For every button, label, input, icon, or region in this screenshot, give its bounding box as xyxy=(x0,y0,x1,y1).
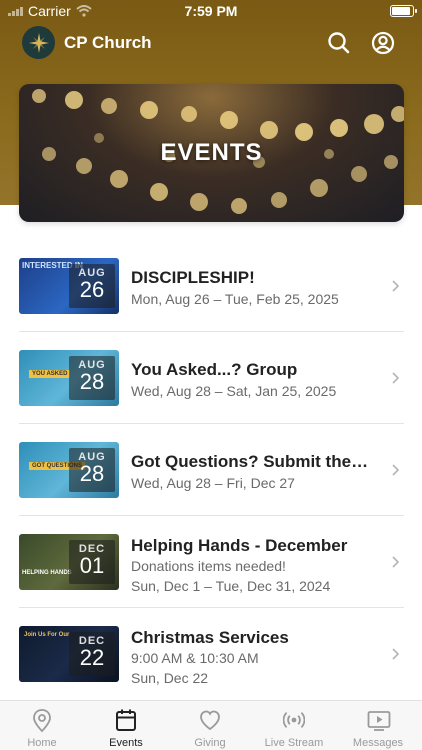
event-dates: Wed, Aug 28 – Sat, Jan 25, 2025 xyxy=(131,383,337,399)
app-title: CP Church xyxy=(64,33,152,52)
battery-icon xyxy=(390,5,417,17)
event-dates: Sun, Dec 1 – Tue, Dec 31, 2024 xyxy=(131,578,331,594)
app-bar: CP Church xyxy=(0,26,422,62)
event-thumbnail: HELPING HANDS DEC 01 xyxy=(19,534,119,590)
date-badge-month: AUG xyxy=(78,267,106,279)
date-badge-month: AUG xyxy=(78,359,106,371)
date-badge-day: 01 xyxy=(79,553,105,578)
profile-icon[interactable] xyxy=(370,30,396,56)
event-title: You Asked...? Group xyxy=(131,360,298,379)
chevron-right-icon xyxy=(392,556,400,568)
tab-label: Home xyxy=(27,737,57,749)
heart-icon xyxy=(200,710,220,731)
tab-label: Messages xyxy=(352,737,404,749)
event-title: Christmas Services xyxy=(131,628,289,647)
location-pin-icon xyxy=(33,709,51,733)
tab-home[interactable]: Home xyxy=(0,701,84,750)
tab-label: Events xyxy=(109,737,143,749)
event-row[interactable]: HELPING HANDS DEC 01 Helping Hands - Dec… xyxy=(19,516,404,608)
search-icon[interactable] xyxy=(326,30,352,56)
tab-live-stream[interactable]: Live Stream xyxy=(252,701,336,750)
tab-messages[interactable]: Messages xyxy=(336,701,420,750)
tab-events[interactable]: Events xyxy=(84,701,168,750)
date-badge-month: DEC xyxy=(78,635,106,647)
chevron-right-icon xyxy=(392,464,400,476)
tab-label: Giving xyxy=(194,737,226,749)
event-thumbnail: Join Us For Our DEC 22 xyxy=(19,626,119,682)
compass-star-icon[interactable] xyxy=(22,26,55,59)
date-badge: AUG 26 xyxy=(69,264,115,308)
banner-title: EVENTS xyxy=(160,139,263,166)
date-badge: DEC 01 xyxy=(69,540,115,584)
date-badge: AUG 28 xyxy=(69,448,115,492)
date-badge-day: 28 xyxy=(79,369,105,394)
event-thumbnail: GOT QUESTIONS AUG 28 xyxy=(19,442,119,498)
event-dates: Mon, Aug 26 – Tue, Feb 25, 2025 xyxy=(131,291,339,307)
calendar-icon xyxy=(116,709,136,731)
event-thumbnail: YOU ASKED AUG 28 xyxy=(19,350,119,406)
status-time: 7:59 PM xyxy=(184,3,238,19)
broadcast-icon xyxy=(283,711,305,729)
event-title: DISCIPLESHIP! xyxy=(131,268,255,287)
thumbnail-caption: HELPING HANDS xyxy=(22,570,72,576)
tab-label: Live Stream xyxy=(264,737,324,749)
chevron-right-icon xyxy=(392,648,400,660)
event-thumbnail: INTERESTED IN AUG 26 xyxy=(19,258,119,314)
event-subtitle: Donations items needed! xyxy=(131,558,286,574)
tab-giving[interactable]: Giving xyxy=(168,701,252,750)
event-title: Helping Hands - December xyxy=(131,536,348,555)
event-subtitle: 9:00 AM & 10:30 AM xyxy=(131,650,259,666)
chevron-right-icon xyxy=(392,280,400,292)
event-row[interactable]: YOU ASKED AUG 28 You Asked...? Group Wed… xyxy=(19,332,404,424)
status-bar: Carrier 7:59 PM xyxy=(0,0,422,22)
thumbnail-caption: YOU ASKED xyxy=(29,370,71,378)
thumbnail-caption: Join Us For Our xyxy=(24,632,70,638)
events-banner: EVENTS xyxy=(19,84,404,222)
chevron-right-icon xyxy=(392,372,400,384)
bottom-tab-bar: Home Events Giving Live Stream Messages xyxy=(0,700,422,750)
date-badge: AUG 28 xyxy=(69,356,115,400)
date-badge-day: 28 xyxy=(79,461,105,486)
event-row[interactable]: INTERESTED IN AUG 26 DISCIPLESHIP! Mon, … xyxy=(19,240,404,332)
date-badge-day: 26 xyxy=(79,277,105,302)
date-badge: DEC 22 xyxy=(69,632,115,676)
event-row[interactable]: Join Us For Our DEC 22 Christmas Service… xyxy=(19,608,404,700)
date-badge-day: 22 xyxy=(79,645,105,670)
event-row[interactable]: GOT QUESTIONS AUG 28 Got Questions? Subm… xyxy=(19,424,404,516)
video-play-icon xyxy=(367,711,391,731)
event-dates: Sun, Dec 22 xyxy=(131,670,209,686)
date-badge-month: AUG xyxy=(78,451,106,463)
event-dates: Wed, Aug 28 – Fri, Dec 27 xyxy=(131,475,295,491)
date-badge-month: DEC xyxy=(78,543,106,555)
event-title: Got Questions? Submit them for Sunday xyxy=(131,452,383,471)
